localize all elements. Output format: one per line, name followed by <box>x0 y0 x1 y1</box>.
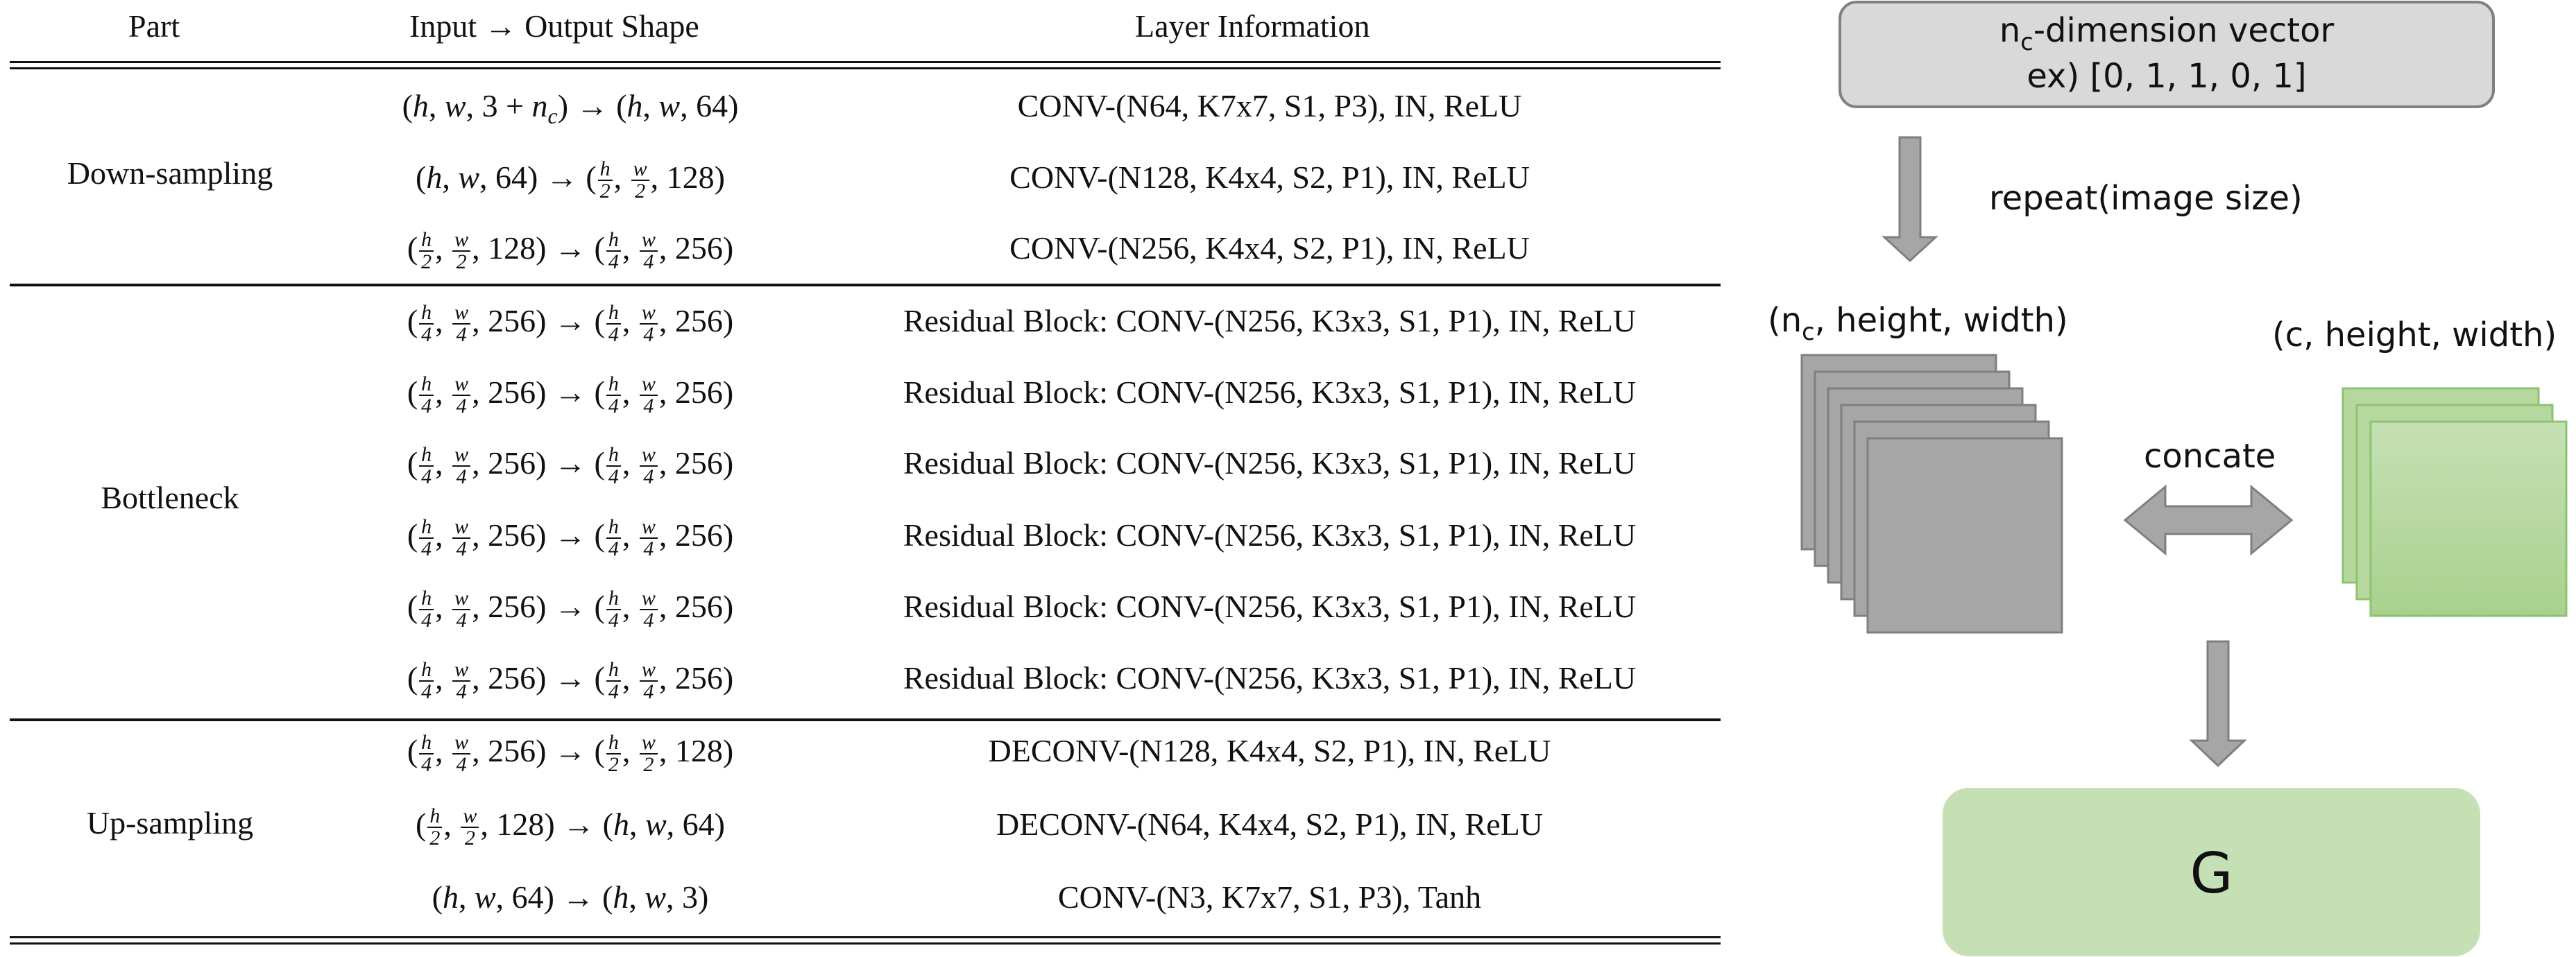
shape-cell: (h, w, 64) → (h, w, 3) <box>432 879 709 915</box>
shape-cell: (h, w, 3 + nc) → (h, w, 64) <box>402 88 739 128</box>
generator-input-diagram: nc-dimension vector ex) [0, 1, 1, 0, 1] … <box>1721 0 2576 957</box>
layer-cell: Residual Block: CONV-(N256, K3x3, S1, P1… <box>903 589 1637 624</box>
shape-cell: (h 4, w4, 256) → (h 4, w4, 256) <box>407 658 734 704</box>
fraction: w4 <box>639 302 658 345</box>
fraction: h4 <box>419 374 434 417</box>
repeat-label: repeat(image size) <box>1989 179 2303 218</box>
bottom-double-rule-2 <box>10 942 1721 945</box>
shape-cell: (h 4, w4, 256) → (h 4, w4, 256) <box>407 443 734 489</box>
fraction: h4 <box>606 659 621 702</box>
fraction: w4 <box>452 445 471 488</box>
layer-cell: DECONV-(N128, K4x4, S2, P1), IN, ReLU <box>988 733 1551 768</box>
shape-cell: (h, w, 64) → (h 2, w2, 128) <box>416 157 725 203</box>
generator-label: G <box>2190 841 2233 906</box>
shape-cell: (h 2, w2, 128) → (h, w, 64) <box>416 804 725 850</box>
fraction: h2 <box>427 806 443 849</box>
fraction: h4 <box>419 445 434 488</box>
layer-cell: CONV-(N3, K7x7, S1, P3), Tanh <box>1057 879 1482 915</box>
fraction: h4 <box>419 517 434 560</box>
layer-cell: Residual Block: CONV-(N256, K3x3, S1, P1… <box>903 660 1637 696</box>
fraction: h4 <box>606 374 621 417</box>
fraction: w4 <box>639 230 658 273</box>
fraction: w4 <box>452 659 471 702</box>
layer-cell: CONV-(N128, K4x4, S2, P1), IN, ReLU <box>1009 160 1530 195</box>
layer-cell: Residual Block: CONV-(N256, K3x3, S1, P1… <box>903 445 1637 481</box>
vector-rest-text: -dimension vector <box>2033 11 2335 50</box>
shape-cell: (h 4, w4, 256) → (h 4, w4, 256) <box>407 301 734 347</box>
shape-cell: (h 4, w4, 256) → (h 4, w4, 256) <box>407 372 734 418</box>
fraction: w4 <box>639 374 658 417</box>
layer-cell: CONV-(N64, K7x7, S1, P3), IN, ReLU <box>1017 88 1522 123</box>
fraction: h4 <box>419 302 434 345</box>
shape-cell: (h 4, w4, 256) → (h 4, w4, 256) <box>407 515 734 561</box>
fraction: w4 <box>452 517 471 560</box>
fraction: w2 <box>631 159 649 202</box>
fraction: h2 <box>419 230 434 273</box>
fraction: h4 <box>419 588 434 631</box>
fraction: h4 <box>419 659 434 702</box>
header-part: Part <box>128 8 180 44</box>
stack-left-pre: (n <box>1768 301 1802 340</box>
layer-cell: DECONV-(N64, K4x4, S2, P1), IN, ReLU <box>996 807 1543 842</box>
diagram-svg <box>1800 1 2568 956</box>
down-arrow-icon <box>1882 136 1938 263</box>
concat-double-arrow-icon <box>2123 484 2294 556</box>
shape-cell: (h 4, w4, 256) → (h 2, w2, 128) <box>407 731 734 777</box>
section-rule-2 <box>10 718 1721 721</box>
stack-left-label: (nc, height, width) <box>1768 300 2068 353</box>
shape-cell: (h 4, w4, 256) → (h 4, w4, 256) <box>407 587 734 632</box>
fraction: h2 <box>597 159 613 202</box>
fraction: h4 <box>606 517 621 560</box>
bottom-double-rule-1 <box>10 936 1721 938</box>
fraction: w4 <box>639 588 658 631</box>
stack-right-label: (c, height, width) <box>2272 316 2557 354</box>
fraction: h4 <box>606 302 621 345</box>
image-layer <box>2369 420 2568 617</box>
fraction: w2 <box>452 230 471 273</box>
fraction: w4 <box>452 732 471 775</box>
layer-cell: Residual Block: CONV-(N256, K3x3, S1, P1… <box>903 374 1637 410</box>
fraction: h4 <box>606 230 621 273</box>
fraction: w4 <box>639 445 658 488</box>
section-rule-1 <box>10 284 1721 286</box>
fraction: h4 <box>606 588 621 631</box>
header-shape: Input → Output Shape <box>409 8 699 44</box>
layer-cell: CONV-(N256, K4x4, S2, P1), IN, ReLU <box>1009 230 1530 266</box>
architecture-table: Part Input → Output Shape Layer Informat… <box>0 0 1721 957</box>
fraction: w4 <box>452 588 471 631</box>
stack-left-post: , height, width) <box>1814 301 2068 340</box>
layer-cell: Residual Block: CONV-(N256, K3x3, S1, P1… <box>903 517 1637 553</box>
fraction: h2 <box>606 732 621 775</box>
vector-box-line2: ex) [0, 1, 1, 0, 1] <box>2027 57 2307 96</box>
fraction: h4 <box>419 732 434 775</box>
fraction: w4 <box>452 374 471 417</box>
stack-layer <box>1866 437 2063 634</box>
stack-left-subscript: c <box>1802 318 1815 345</box>
header-layer: Layer Information <box>1135 8 1370 44</box>
vector-subscript: c <box>2020 28 2033 55</box>
fraction: w4 <box>639 517 658 560</box>
fraction: w4 <box>639 659 658 702</box>
top-double-rule-1 <box>10 61 1721 63</box>
down-arrow-icon <box>2189 640 2247 768</box>
concat-label: concate <box>2144 437 2276 476</box>
fraction: w2 <box>461 806 479 849</box>
vector-n-text: n <box>1999 11 2021 50</box>
fraction: w2 <box>639 732 658 775</box>
fraction: w4 <box>452 302 471 345</box>
label-map-stack <box>1800 354 2063 634</box>
layer-cell: Residual Block: CONV-(N256, K3x3, S1, P1… <box>903 303 1637 338</box>
top-double-rule-2 <box>10 67 1721 69</box>
fraction: h4 <box>606 445 621 488</box>
image-stack <box>2342 387 2568 617</box>
shape-cell: (h 2, w2, 128) → (h 4, w4, 256) <box>407 228 734 274</box>
